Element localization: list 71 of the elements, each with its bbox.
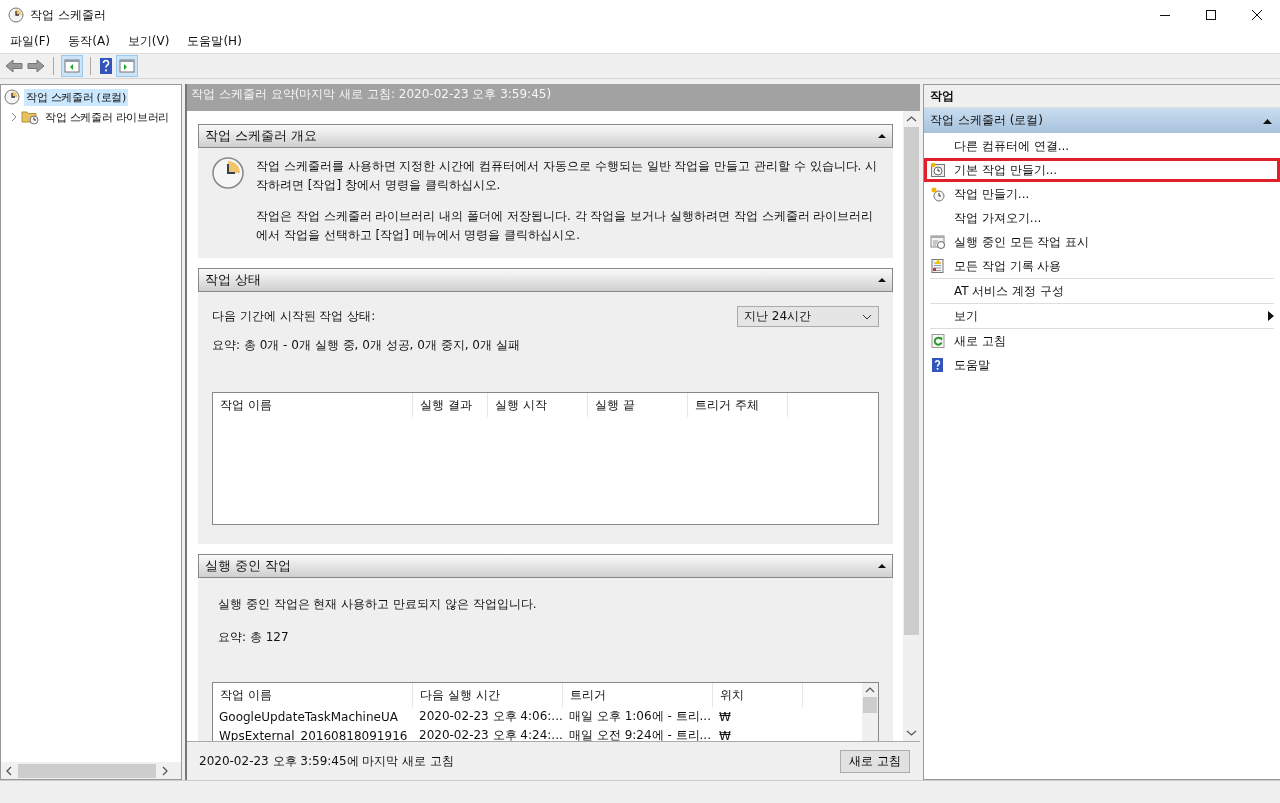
clock-icon bbox=[930, 186, 946, 202]
pane-toggle-icon[interactable] bbox=[116, 55, 138, 77]
folder-clock-icon bbox=[21, 109, 39, 125]
action-item[interactable]: 작업 가져오기... bbox=[924, 206, 1280, 230]
period-label: 다음 기간에 시작된 작업 상태: bbox=[212, 308, 376, 325]
collapse-caret-icon[interactable] bbox=[878, 563, 886, 569]
collapse-caret-icon[interactable] bbox=[1263, 117, 1272, 124]
log-book-icon bbox=[930, 258, 946, 274]
clock-icon bbox=[4, 89, 20, 105]
description-text: 실행 중인 작업은 현재 사용하고 만료되지 않은 작업입니다. bbox=[218, 596, 538, 613]
table-cell-text: GoogleUpdateTaskMachineUA bbox=[218, 709, 399, 724]
actions-group-header[interactable]: 작업 스케줄러 (로컬) bbox=[924, 108, 1280, 133]
section-header[interactable]: 실행 중인 작업 bbox=[198, 554, 893, 578]
table-cell-text: 매일 오전 9:24에 - 트리... bbox=[568, 727, 712, 741]
action-item[interactable]: 모든 작업 기록 사용 bbox=[924, 254, 1280, 278]
column-header[interactable]: 위치 bbox=[713, 683, 803, 707]
section-header[interactable]: 작업 스케줄러 개요 bbox=[198, 124, 893, 148]
column-header[interactable]: 다음 실행 시간 bbox=[413, 683, 563, 707]
column-header[interactable]: 실행 끝 bbox=[588, 393, 688, 417]
collapse-caret-icon[interactable] bbox=[878, 133, 886, 139]
column-header[interactable]: 실행 결과 bbox=[413, 393, 488, 417]
last-refresh-text: 2020-02-23 오후 3:59:45에 마지막 새로 고침 bbox=[199, 752, 455, 770]
collapse-caret-icon[interactable] bbox=[878, 277, 886, 283]
horizontal-scrollbar[interactable] bbox=[1, 762, 181, 779]
actions-title: 작업 bbox=[924, 85, 1280, 108]
help-icon[interactable] bbox=[98, 57, 114, 75]
back-arrow-icon[interactable] bbox=[4, 57, 24, 75]
dropdown-chevron-icon[interactable] bbox=[862, 313, 872, 320]
action-item[interactable]: 기본 작업 만들기... bbox=[924, 158, 1280, 182]
pane-toggle-icon[interactable] bbox=[61, 55, 83, 77]
submenu-arrow-icon[interactable] bbox=[1268, 311, 1274, 321]
action-item[interactable]: 보기 bbox=[924, 304, 1280, 328]
calendar-clock-icon bbox=[930, 162, 946, 178]
column-header[interactable]: 트리거 bbox=[563, 683, 713, 707]
table-cell-text: 2020-02-23 오후 4:06:... bbox=[418, 708, 563, 725]
section-header[interactable]: 작업 상태 bbox=[198, 268, 893, 292]
menu-item[interactable]: 도움말(H) bbox=[181, 33, 248, 50]
clock-icon bbox=[8, 7, 24, 23]
summary-header: 작업 스케줄러 요약(마지막 새로 고침: 2020-02-23 오후 3:59:45) bbox=[187, 84, 920, 111]
paragraph: 작업 스케줄러를 사용하면 지정한 시간에 컴퓨터에서 자동으로 수행되는 일반 작업을 만들고 관리할 수 있습니다. 시작하려면 [작업] 창에서 명령을 클릭하십시오. bbox=[256, 158, 879, 194]
expand-chevron-icon[interactable] bbox=[10, 112, 18, 122]
refresh-icon bbox=[930, 333, 946, 349]
clock-icon bbox=[212, 157, 244, 189]
action-item[interactable]: AT 서비스 계정 구성 bbox=[924, 279, 1280, 303]
window-title: 작업 스케줄러 bbox=[30, 6, 106, 24]
table-cell-text: ₩ bbox=[718, 728, 732, 741]
table-cell-text: 2020-02-23 오후 4:24:... bbox=[418, 727, 563, 741]
refresh-button[interactable]: 새로 고침 bbox=[840, 749, 910, 773]
action-item[interactable]: 다른 컴퓨터에 연결... bbox=[924, 134, 1280, 158]
column-header[interactable]: 작업 이름 bbox=[213, 683, 413, 707]
tree-item[interactable]: 작업 스케줄러 (로컬) bbox=[24, 88, 128, 106]
summary-text: 요약: 총 127 bbox=[218, 629, 290, 646]
help-icon bbox=[930, 357, 946, 373]
action-item[interactable]: 작업 만들기... bbox=[924, 182, 1280, 206]
column-header[interactable]: 작업 이름 bbox=[213, 393, 413, 417]
table-cell-text: ₩ bbox=[718, 709, 732, 724]
menu-item[interactable]: 동작(A) bbox=[62, 33, 116, 50]
forward-arrow-icon[interactable] bbox=[26, 57, 46, 75]
period-dropdown[interactable]: 지난 24시간 bbox=[737, 306, 879, 327]
action-item[interactable]: 새로 고침 bbox=[924, 329, 1280, 353]
column-header[interactable]: 실행 시작 bbox=[488, 393, 588, 417]
table-cell-text: 매일 오후 1:06에 - 트리... bbox=[568, 708, 712, 725]
paragraph: 작업은 작업 스케줄러 라이브러리 내의 폴더에 저장됩니다. 각 작업을 보거나 실행하려면 작업 스케줄러 라이브러리에서 작업을 선택하고 [작업] 메뉴에서 명령을 클릭하십시오. bbox=[256, 208, 875, 244]
action-item[interactable]: 도움말 bbox=[924, 353, 1280, 377]
menu-item[interactable]: 파일(F) bbox=[4, 33, 57, 50]
tree-item[interactable]: 작업 스케줄러 라이브러리 bbox=[43, 108, 172, 126]
column-header[interactable]: 트리거 주체 bbox=[688, 393, 788, 417]
menu-item[interactable]: 보기(V) bbox=[121, 33, 176, 50]
window-clock-icon bbox=[930, 234, 946, 250]
action-item[interactable]: 실행 중인 모든 작업 표시 bbox=[924, 230, 1280, 254]
summary-text: 요약: 총 0개 - 0개 실행 중, 0개 성공, 0개 중지, 0개 실패 bbox=[212, 337, 521, 354]
